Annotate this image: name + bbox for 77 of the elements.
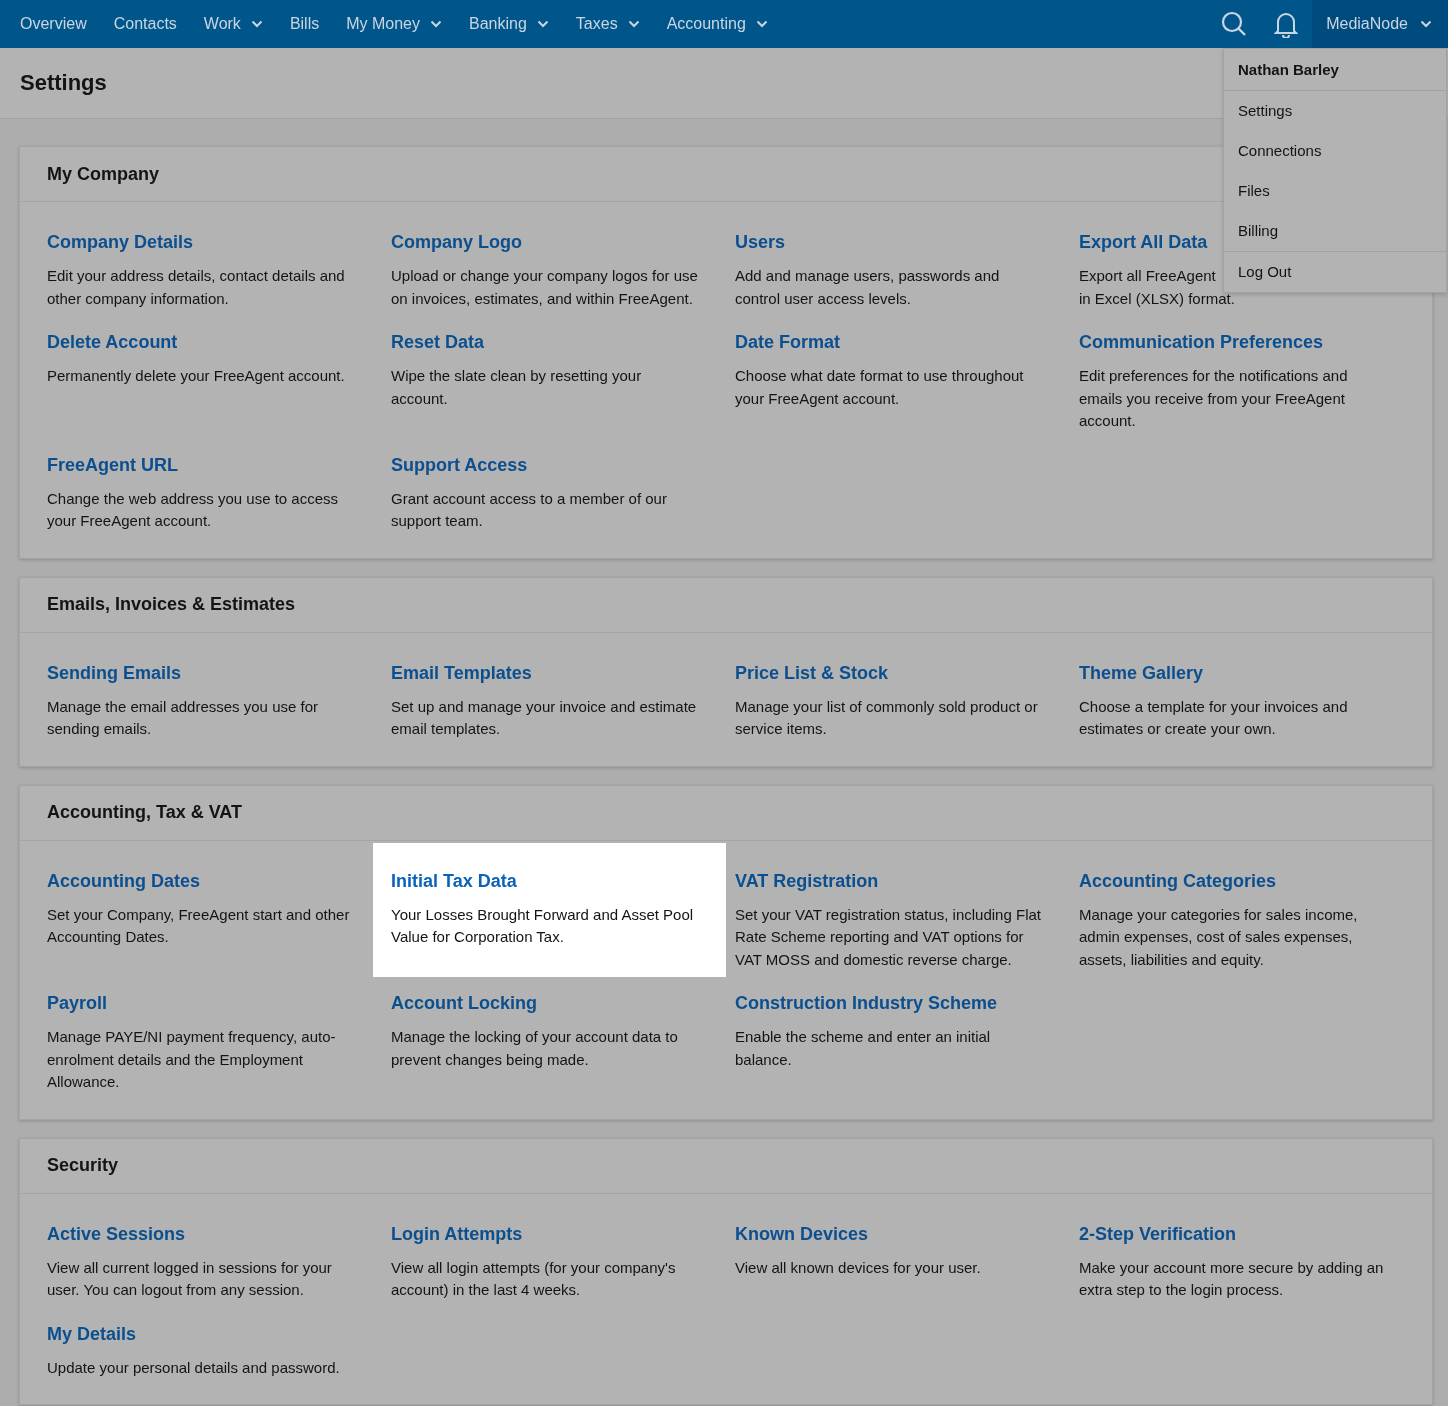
setting-description: Set your VAT registration status, including Flat Rate Scheme reporting and VAT options for VAT MOSS and domestic reverse charge.	[735, 904, 1042, 970]
bell-icon[interactable]	[1274, 10, 1299, 38]
user-name: Nathan Barley	[1224, 49, 1446, 91]
chevron-down-icon	[430, 20, 442, 28]
setting-description: Edit your address details, contact details and other company information.	[47, 266, 346, 309]
setting-description: Choose what date format to use throughout your FreeAgent account.	[735, 366, 1025, 409]
setting-link[interactable]: Reset Data	[391, 332, 699, 352]
setting-description: Enable the scheme and enter an initial balance.	[735, 1027, 992, 1070]
setting-link[interactable]: Initial Tax Data	[391, 870, 699, 891]
nav-link[interactable]: Work	[203, 15, 263, 33]
setting-link[interactable]: Price List & Stock	[735, 662, 1043, 683]
section-heading: Security	[20, 1138, 1432, 1194]
setting-description: Export all FreeAgent	[1079, 266, 1216, 286]
setting-description: Permanently delete your FreeAgent account.	[47, 366, 345, 386]
setting-link[interactable]: Company Logo	[391, 232, 699, 252]
setting-description: Manage your categories for sales income, admin expenses, cost of sales expenses, assets, liabilities and equity.	[1079, 904, 1359, 970]
setting-link[interactable]: Active Sessions	[47, 1223, 355, 1244]
setting-description: Set your Company, FreeAgent start and other Accounting Dates.	[47, 904, 351, 947]
setting-link[interactable]: Account Locking	[391, 993, 699, 1013]
setting-description: Set up and manage your invoice and estimate email templates.	[391, 696, 698, 739]
setting-link[interactable]: Support Access	[391, 454, 699, 475]
setting-link[interactable]: My Details	[47, 1323, 355, 1344]
setting-link[interactable]: Company Details	[47, 232, 355, 252]
setting-link[interactable]: Theme Gallery	[1079, 662, 1387, 683]
setting-link[interactable]: Delete Account	[47, 332, 355, 352]
setting-description: Change the web address you use to access your FreeAgent account.	[47, 488, 339, 531]
setting-description: Upload or change your company logos for use on invoices, estimates, and within FreeAgent.	[391, 266, 699, 309]
setting-link[interactable]: Accounting Categories	[1079, 870, 1387, 891]
chevron-down-icon	[755, 20, 768, 28]
menu-item[interactable]: Files	[1224, 171, 1446, 211]
chevron-down-icon	[627, 20, 640, 28]
setting-description: Manage PAYE/NI payment frequency, auto-enrolment details and the Employment Allowance.	[47, 1027, 337, 1092]
setting-description: Manage the locking of your account data to prevent changes being made.	[391, 1027, 679, 1070]
nav-link[interactable]: Accounting	[666, 15, 768, 33]
setting-description: Manage the email addresses you use for sending emails.	[47, 696, 319, 739]
setting-link[interactable]: Users	[735, 232, 1043, 252]
setting-link[interactable]: Known Devices	[735, 1223, 1043, 1244]
page-title: Settings	[20, 70, 107, 96]
setting-description: View all current logged in sessions for your user. You can logout from any session.	[47, 1257, 333, 1300]
nav-link[interactable]: Bills	[289, 15, 320, 33]
setting-link[interactable]: VAT Registration	[735, 870, 1043, 891]
nav-link[interactable]: Overview	[20, 15, 87, 33]
menu-item[interactable]: Billing	[1224, 211, 1446, 251]
nav-link[interactable]: Taxes	[575, 15, 640, 33]
setting-link[interactable]: Construction Industry Scheme	[735, 993, 1043, 1013]
setting-description: Add and manage users, passwords and control user access levels.	[735, 266, 1001, 309]
section-heading: Accounting, Tax & VAT	[20, 785, 1432, 841]
setting-link[interactable]: Login Attempts	[391, 1223, 699, 1244]
setting-description: Wipe the slate clean by resetting your account.	[391, 366, 643, 409]
setting-description: Choose a template for your invoices and estimates or create your own.	[1079, 696, 1349, 739]
setting-description: Make your account more secure by adding an extra step to the login process.	[1079, 1257, 1385, 1300]
setting-link[interactable]: 2-Step Verification	[1079, 1223, 1387, 1244]
setting-description: View all known devices for your user.	[735, 1257, 981, 1278]
chevron-down-icon	[250, 20, 263, 28]
account-menu-button[interactable]: MediaNode	[1312, 0, 1448, 48]
setting-link[interactable]: Payroll	[47, 993, 355, 1013]
setting-link[interactable]: Accounting Dates	[47, 870, 355, 891]
setting-description: Grant account access to a member of our support team.	[391, 488, 668, 531]
menu-item[interactable]: Settings	[1224, 91, 1446, 131]
chevron-down-icon	[536, 20, 549, 28]
setting-link[interactable]: Communication Preferences	[1079, 332, 1387, 352]
setting-link[interactable]: Date Format	[735, 332, 1043, 352]
setting-link[interactable]: FreeAgent URL	[47, 454, 355, 475]
setting-description: Update your personal details and password.	[47, 1357, 340, 1378]
chevron-down-icon	[1420, 20, 1432, 28]
setting-description: View all login attempts (for your company's account) in the last 4 weeks.	[391, 1257, 677, 1300]
menu-item[interactable]: Log Out	[1224, 252, 1446, 292]
setting-link[interactable]: Sending Emails	[47, 662, 355, 683]
section-heading: Emails, Invoices & Estimates	[20, 577, 1432, 633]
menu-item[interactable]: Connections	[1224, 131, 1446, 171]
nav-link[interactable]: My Money	[346, 15, 442, 33]
setting-description: Manage your list of commonly sold product or service items.	[735, 696, 1039, 739]
setting-link[interactable]: Email Templates	[391, 662, 699, 683]
nav-link[interactable]: Contacts	[113, 15, 177, 33]
nav-link[interactable]: Banking	[469, 15, 549, 33]
setting-description: Edit preferences for the notifications and emails you receive from your FreeAgent account.	[1079, 366, 1349, 431]
setting-description: Your Losses Brought Forward and Asset Pool Value for Corporation Tax.	[391, 904, 695, 947]
